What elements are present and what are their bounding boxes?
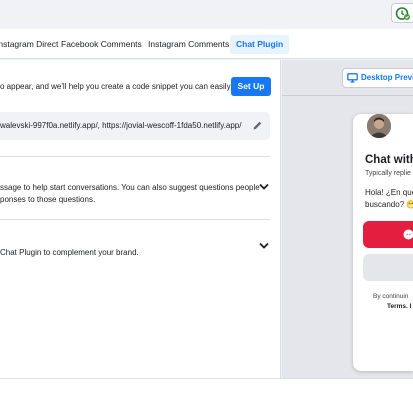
chevron-down-icon[interactable] [258, 182, 270, 191]
chat-card-title: Chat with [365, 154, 413, 166]
chat-card-inner: Chat with Typically replie Hola! ¿En que… [353, 114, 413, 371]
update-button[interactable] [391, 3, 413, 23]
desktop-preview-button[interactable]: Desktop Preview [342, 68, 413, 88]
setup-description: o appear, and we'll help you create a co… [0, 82, 231, 91]
appearance-description: Chat Plugin to complement your brand. [0, 248, 139, 257]
avatar-image [367, 114, 391, 138]
messenger-icon [403, 229, 413, 240]
channel-tabs: Instagram Direct Facebook Comments Insta… [0, 29, 413, 59]
greeting-description-line1: ssage to help start conversations. You c… [0, 183, 260, 192]
continue-messenger-button[interactable] [363, 221, 413, 248]
desktop-preview-label: Desktop Preview [361, 73, 413, 82]
chat-card-message-line2: buscando? 😁 [365, 200, 413, 209]
legal-line2: Terms. I [387, 303, 412, 310]
bottom-bar [0, 378, 413, 413]
set-up-button[interactable]: Set Up [231, 77, 271, 96]
chevron-down-icon[interactable] [258, 241, 270, 250]
avatar [367, 114, 391, 138]
tab-instagram-direct[interactable]: Instagram Direct [0, 35, 58, 54]
tab-instagram-comments[interactable]: Instagram Comments [148, 35, 229, 54]
settings-panel: o appear, and we'll help you create a co… [0, 60, 281, 378]
tab-chat-plugin[interactable]: Chat Plugin [230, 35, 290, 54]
domains-value: walevski-997f0a.netlify.app/, https://jo… [0, 121, 242, 130]
chat-card-message-line1: Hola! ¿En que [365, 188, 413, 197]
section-divider [0, 156, 270, 157]
top-bar [0, 0, 413, 29]
continue-guest-button[interactable] [363, 254, 413, 281]
legal-line1: By continuin [373, 293, 409, 300]
tab-facebook-comments[interactable]: Facebook Comments [61, 35, 142, 54]
greeting-description-line2: ponses to those questions. [0, 195, 96, 204]
pencil-icon[interactable] [252, 120, 263, 131]
chat-card-subtitle: Typically replie [365, 170, 411, 177]
update-icon [395, 7, 410, 20]
preview-divider [282, 95, 413, 96]
section-divider [0, 219, 270, 220]
desktop-icon [347, 73, 358, 83]
domains-field[interactable]: walevski-997f0a.netlify.app/, https://jo… [0, 112, 270, 140]
